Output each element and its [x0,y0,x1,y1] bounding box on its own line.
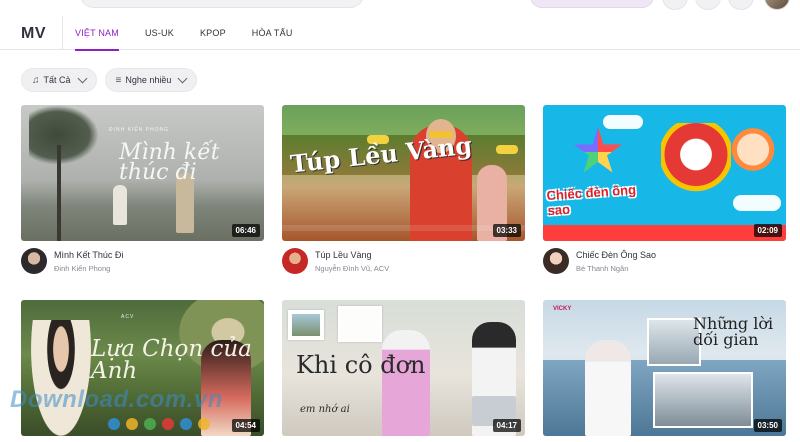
upgrade-button[interactable] [530,0,654,8]
thumbnail-title-text: Những lời dối gian [693,314,774,349]
artist-avatar[interactable] [543,248,569,274]
thumbnail-title-text: Chiếc đèn ông sao [546,181,637,219]
tab-bar: VIỆT NAM US-UK KPOP HÒA TẤU [62,16,319,51]
video-thumbnail[interactable]: ACV Lựa Chọn của Anh 04:54 [21,300,264,436]
search-input[interactable] [80,0,364,8]
thumbnail-small-text: ACV [121,314,135,320]
chevron-down-icon [177,73,188,83]
thumbnail-title-text: Lựa Chọn của Anh [91,336,252,384]
video-artist[interactable]: Nguyễn Đình Vũ, ACV [315,264,389,273]
video-card[interactable]: Chiếc đèn ông sao 02:09 Chiếc Đèn Ông Sa… [543,105,786,274]
video-title[interactable]: Chiếc Đèn Ông Sao [576,250,656,260]
page-title: MV [21,25,46,42]
thumbnail-artwork: Túp Lều Vàng [282,105,525,241]
video-title[interactable]: Túp Lều Vàng [315,250,389,260]
video-card[interactable]: VICKY Những lời dối gian 03:50 [543,300,786,436]
video-thumbnail[interactable]: VICKY Những lời dối gian 03:50 [543,300,786,436]
artist-avatar[interactable] [21,248,47,274]
filter-bar: ♫ Tất Cả ≡ Nghe nhiều [21,68,198,92]
video-card[interactable]: ĐINH KIẾN PHONG Mình kết thúc đi 06:46 M… [21,105,264,274]
artist-avatar[interactable] [282,248,308,274]
duration-badge: 04:17 [492,419,521,432]
thumbnail-artwork: ĐINH KIẾN PHONG Mình kết thúc đi [21,105,264,241]
settings-icon[interactable] [728,0,754,10]
sort-icon: ≡ [115,74,122,86]
genre-filter-dropdown[interactable]: ♫ Tất Cả [21,68,97,92]
video-title[interactable]: Mình Kết Thúc Đi [54,250,123,260]
mv-header: MV VIỆT NAM US-UK KPOP HÒA TẤU [0,16,800,51]
thumbnail-artwork: VICKY Những lời dối gian [543,300,786,436]
video-artist[interactable]: Bé Thanh Ngân [576,264,656,273]
video-thumbnail[interactable]: Khi cô đơn em nhớ ai 04:17 [282,300,525,436]
video-artist[interactable]: Đinh Kiến Phong [54,264,123,273]
thumbnail-small-text: VICKY [553,306,572,312]
chevron-down-icon [77,73,87,83]
duration-badge: 03:50 [753,419,782,432]
top-bar [0,0,800,10]
thumbnail-title-text: Mình kết thúc đi [119,140,220,185]
theme-icon[interactable] [662,0,688,10]
thumbnail-artwork: Khi cô đơn em nhớ ai [282,300,525,436]
sort-filter-dropdown[interactable]: ≡ Nghe nhiều [104,68,198,92]
thumbnail-artwork: ACV Lựa Chọn của Anh [21,300,264,436]
sort-filter-label: Nghe nhiều [125,75,172,85]
video-card[interactable]: Khi cô đơn em nhớ ai 04:17 [282,300,525,436]
thumbnail-title-text: Khi cô đơn [296,351,426,379]
thumbnail-small-text: ĐINH KIẾN PHONG [109,127,170,133]
duration-badge: 03:33 [492,224,521,237]
tab-kpop[interactable]: KPOP [200,16,226,50]
video-thumbnail[interactable]: Chiếc đèn ông sao 02:09 [543,105,786,241]
thumbnail-subtitle-text: em nhớ ai [300,404,350,415]
genre-filter-label: Tất Cả [43,75,71,85]
duration-badge: 06:46 [231,224,260,237]
duration-badge: 02:09 [753,224,782,237]
tab-viet-nam[interactable]: VIỆT NAM [75,16,119,51]
thumbnail-artwork: Chiếc đèn ông sao [543,105,786,241]
video-thumbnail[interactable]: ĐINH KIẾN PHONG Mình kết thúc đi 06:46 [21,105,264,241]
tab-hoa-tau[interactable]: HÒA TẤU [252,16,293,50]
duration-badge: 04:54 [231,419,260,432]
video-thumbnail[interactable]: Túp Lều Vàng 03:33 [282,105,525,241]
music-note-icon: ♫ [32,74,40,86]
tab-us-uk[interactable]: US-UK [145,16,174,50]
video-card[interactable]: Túp Lều Vàng 03:33 Túp Lều Vàng Nguyễn Đ… [282,105,525,274]
user-avatar[interactable] [764,0,790,10]
upload-icon[interactable] [695,0,721,10]
video-card[interactable]: ACV Lựa Chọn của Anh 04:54 [21,300,264,436]
